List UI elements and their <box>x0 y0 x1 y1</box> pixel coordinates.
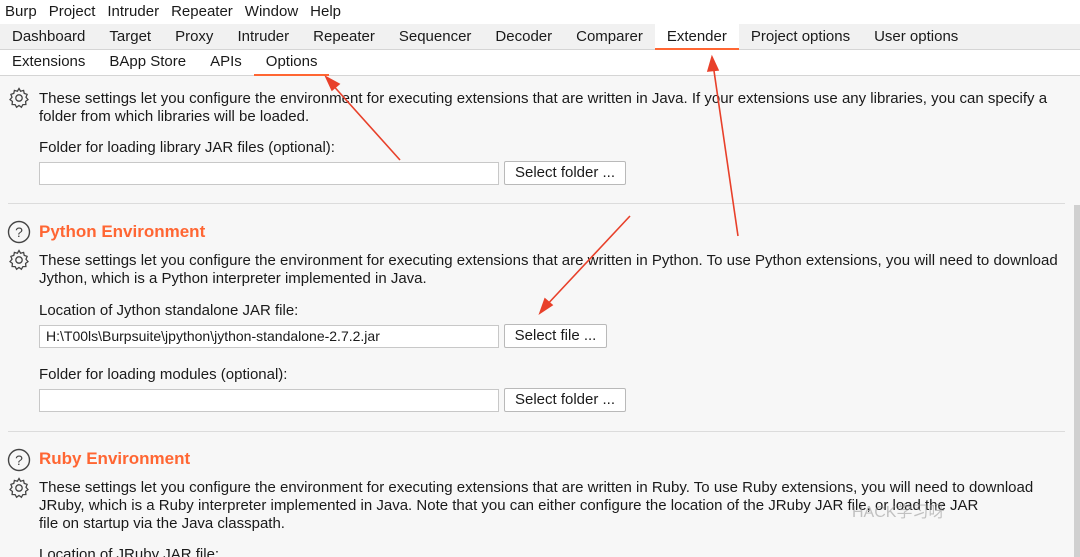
section-divider <box>8 203 1065 204</box>
options-content: These settings let you configure the env… <box>0 76 1080 557</box>
java-description-line-2: folder from which libraries will be load… <box>39 108 310 125</box>
subtab-options[interactable]: Options <box>253 50 330 76</box>
python-description-line-2: Jython, which is a Python interpreter im… <box>39 270 427 287</box>
tab-user-options[interactable]: User options <box>862 24 970 49</box>
section-divider <box>8 431 1065 432</box>
menu-repeater[interactable]: Repeater <box>166 0 240 24</box>
menu-window[interactable]: Window <box>240 0 305 24</box>
java-folder-label: Folder for loading library JAR files (op… <box>39 139 335 156</box>
tab-target[interactable]: Target <box>97 24 163 49</box>
tab-decoder[interactable]: Decoder <box>483 24 564 49</box>
java-select-folder-button[interactable]: Select folder ... <box>504 161 626 185</box>
svg-text:?: ? <box>15 224 23 240</box>
gear-icon[interactable] <box>7 476 31 500</box>
menu-bar: Burp Project Intruder Repeater Window He… <box>0 0 1080 24</box>
subtab-extensions[interactable]: Extensions <box>0 50 97 75</box>
menu-intruder[interactable]: Intruder <box>102 0 166 24</box>
menu-burp[interactable]: Burp <box>0 0 44 24</box>
ruby-environment-title: Ruby Environment <box>39 449 191 468</box>
main-tab-bar: Dashboard Target Proxy Intruder Repeater… <box>0 24 1080 50</box>
watermark: HACK学习呀 <box>852 504 945 521</box>
tab-intruder[interactable]: Intruder <box>225 24 301 49</box>
subtab-bapp-store[interactable]: BApp Store <box>97 50 198 75</box>
subtab-apis[interactable]: APIs <box>198 50 254 75</box>
gear-icon[interactable] <box>7 86 31 110</box>
python-modules-input[interactable] <box>39 389 499 412</box>
tab-dashboard[interactable]: Dashboard <box>0 24 97 49</box>
python-select-folder-button[interactable]: Select folder ... <box>504 388 626 412</box>
ruby-description-line-2: JRuby, which is a Ruby interpreter imple… <box>39 497 979 514</box>
svg-text:?: ? <box>15 452 23 468</box>
tab-proxy[interactable]: Proxy <box>163 24 225 49</box>
tab-sequencer[interactable]: Sequencer <box>387 24 484 49</box>
python-environment-title: Python Environment <box>39 222 206 241</box>
jruby-jar-label: Location of JRuby JAR file: <box>39 546 220 557</box>
help-icon[interactable]: ? <box>7 220 31 244</box>
jython-jar-input[interactable]: H:\T00ls\Burpsuite\jpython\jython-standa… <box>39 325 499 348</box>
tab-extender[interactable]: Extender <box>654 24 739 50</box>
jython-jar-label: Location of Jython standalone JAR file: <box>39 302 299 319</box>
vertical-scrollbar[interactable] <box>1074 205 1080 557</box>
python-modules-label: Folder for loading modules (optional): <box>39 366 288 383</box>
ruby-description-line-1: These settings let you configure the env… <box>39 479 1034 496</box>
sub-tab-bar: Extensions BApp Store APIs Options <box>0 50 1080 76</box>
menu-project[interactable]: Project <box>44 0 103 24</box>
help-icon[interactable]: ? <box>7 448 31 472</box>
menu-help[interactable]: Help <box>305 0 348 24</box>
java-folder-input[interactable] <box>39 162 499 185</box>
ruby-description-line-3: file on startup via the Java classpath. <box>39 515 285 532</box>
python-description-line-1: These settings let you configure the env… <box>39 252 1058 269</box>
java-description-line-1: These settings let you configure the env… <box>39 90 1048 107</box>
tab-repeater[interactable]: Repeater <box>301 24 387 49</box>
gear-icon[interactable] <box>7 248 31 272</box>
select-file-button[interactable]: Select file ... <box>504 324 607 348</box>
tab-comparer[interactable]: Comparer <box>564 24 655 49</box>
tab-project-options[interactable]: Project options <box>739 24 862 49</box>
